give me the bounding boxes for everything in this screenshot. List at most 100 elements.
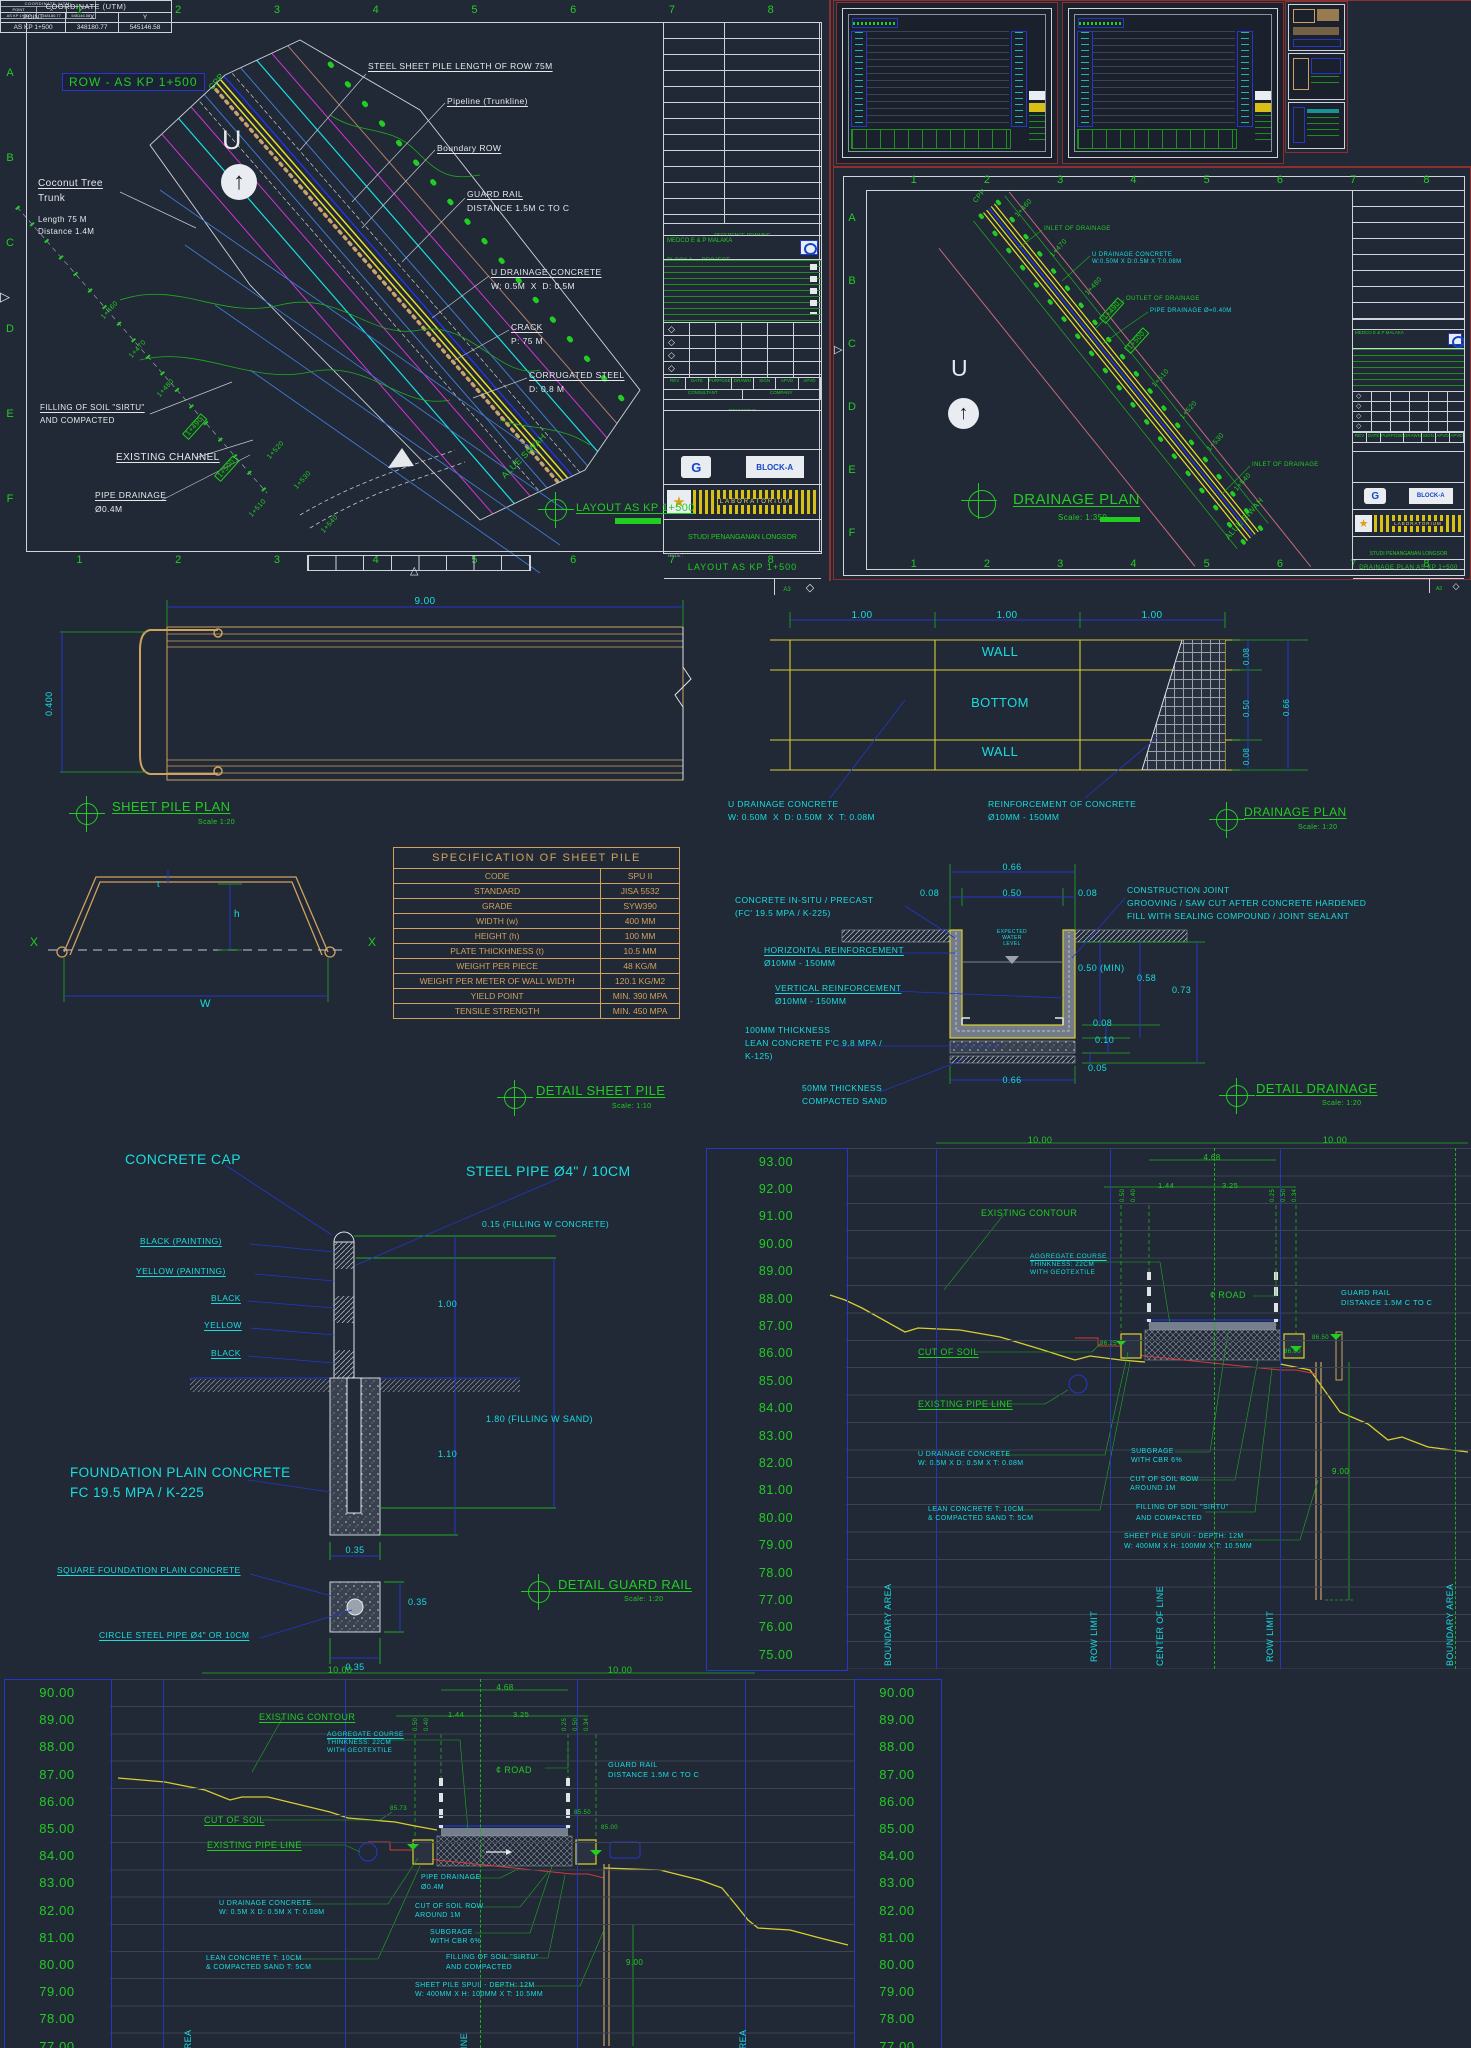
decor: [1288, 102, 1345, 149]
list-item: 5: [1170, 174, 1243, 187]
decor: [255, 1274, 334, 1281]
view-marker-icon: [76, 803, 98, 825]
list-item: 4: [326, 4, 425, 20]
elevation-value: 78.00: [854, 2005, 940, 2032]
list-item: APVD: [1450, 433, 1464, 442]
decor: ◇◇◇◇: [664, 323, 821, 378]
decor: [1288, 53, 1345, 100]
elevation-scale: 93.0092.0091.0090.0089.0088.0087.0086.00…: [706, 1148, 846, 1668]
decor: [830, 700, 905, 798]
decor: MIN. 450 MPA: [601, 1004, 680, 1019]
decor: WIDTH (w): [394, 914, 601, 929]
decor: GRADESYW390: [394, 899, 680, 914]
list-item: 3: [1024, 174, 1097, 187]
decor: SPECIFICATION OF SHEET PILECODESPU IISTA…: [394, 848, 680, 1019]
decor: [842, 930, 950, 942]
decor: [325, 947, 335, 957]
decor: [347, 1599, 363, 1615]
decor: [480, 1679, 481, 2048]
elevation-value: 87.00: [4, 1761, 110, 1788]
decor: [248, 1480, 330, 1492]
consultant-name: LABORATORIUM: [1392, 521, 1444, 526]
list-item: 2: [950, 174, 1023, 187]
decor: STANDARD: [394, 884, 601, 899]
operator-logo-icon: G: [681, 456, 711, 478]
key-diamond-icon: ◇: [1448, 581, 1464, 592]
elevation-value: 90.00: [706, 1230, 846, 1257]
decor: ◇◇◇◇: [1353, 392, 1464, 433]
list-item: 4: [1097, 174, 1170, 187]
list-item: REV: [1353, 433, 1367, 442]
grid-ticks-left: ABCDEF: [845, 186, 859, 564]
operator-logo-icon: G: [1364, 488, 1386, 504]
list-item: 1: [877, 174, 950, 187]
decor: [334, 1242, 354, 1269]
decor: [307, 555, 531, 571]
decor: [577, 1679, 578, 2048]
decor: [60, 600, 691, 780]
decor: 48 KG/M: [601, 959, 680, 974]
elevation-value: 79.00: [706, 1531, 846, 1558]
decor: [1232, 640, 1308, 770]
decor: [1293, 27, 1339, 35]
decor: [250, 1574, 332, 1596]
decor: A3: [775, 579, 799, 595]
list-item: APVD: [1436, 433, 1450, 442]
decor: [1307, 117, 1339, 137]
decor: [1237, 31, 1253, 127]
decor: [347, 1378, 361, 1513]
decor: [1072, 898, 1125, 958]
thumbnail-stack: [1285, 1, 1348, 153]
company-logo-icon: [800, 240, 818, 255]
list-item: 6: [1243, 174, 1316, 187]
decor: SYW390: [601, 899, 680, 914]
decor: SPECIFICATION OF SHEET PILE: [394, 848, 680, 869]
view-marker-icon: [1226, 1085, 1248, 1107]
decor: [1293, 9, 1315, 23]
elevation-value: 80.00: [706, 1504, 846, 1531]
decor: SPECIFICATION OF SHEET PILE: [394, 848, 680, 869]
decor: SPU II: [601, 869, 680, 884]
elevation-value: 82.00: [4, 1897, 110, 1924]
decor: HEIGHT (h): [394, 929, 601, 944]
list-item: B: [2, 115, 18, 200]
blocka-logo-icon: BLOCK-A: [1409, 488, 1453, 504]
decor: [950, 1056, 1075, 1063]
elevation-value: 83.00: [854, 1869, 940, 1896]
decor: [1353, 579, 1430, 593]
list-item: A: [845, 186, 859, 249]
list-item: F: [2, 457, 18, 542]
decor: [1255, 115, 1271, 141]
decor: [167, 627, 683, 780]
decor: HEIGHT (h)100 MM: [394, 929, 680, 944]
decor: [70, 882, 322, 955]
decor: MIN. 390 MPA: [601, 989, 680, 1004]
decor: [1011, 31, 1027, 127]
elevation-value: 81.00: [4, 1924, 110, 1951]
north-arrow-icon: ↑: [221, 164, 257, 200]
list-item: SIGN: [1422, 433, 1436, 442]
decor: [664, 23, 821, 224]
view-marker-icon: [968, 490, 996, 518]
list-item: 1: [877, 558, 950, 571]
decor: 100 MM: [601, 929, 680, 944]
decor: [1353, 191, 1464, 320]
elevation-value: 87.00: [854, 1761, 940, 1788]
decor: [57, 947, 67, 957]
decor: [248, 1301, 334, 1308]
decor: [851, 31, 867, 127]
elevation-value: 84.00: [854, 1842, 940, 1869]
elevation-value: 78.00: [706, 1559, 846, 1586]
elevation-value: 89.00: [706, 1258, 846, 1285]
decor: ★ LABORATORIUM: [664, 485, 821, 520]
list-item: CONSULTANT: [664, 390, 743, 399]
decor: REFERENCE DRAWING: [1353, 320, 1464, 330]
drawing-title: LAYOUT AS KP 1+500: [664, 562, 821, 572]
elevation-value: 82.00: [854, 1897, 940, 1924]
elevation-value: 90.00: [4, 1679, 110, 1706]
decor: [110, 1679, 854, 2048]
list-item: E: [845, 438, 859, 501]
decor: [851, 129, 1011, 149]
decor: [1353, 452, 1464, 483]
decor: [334, 1232, 354, 1242]
